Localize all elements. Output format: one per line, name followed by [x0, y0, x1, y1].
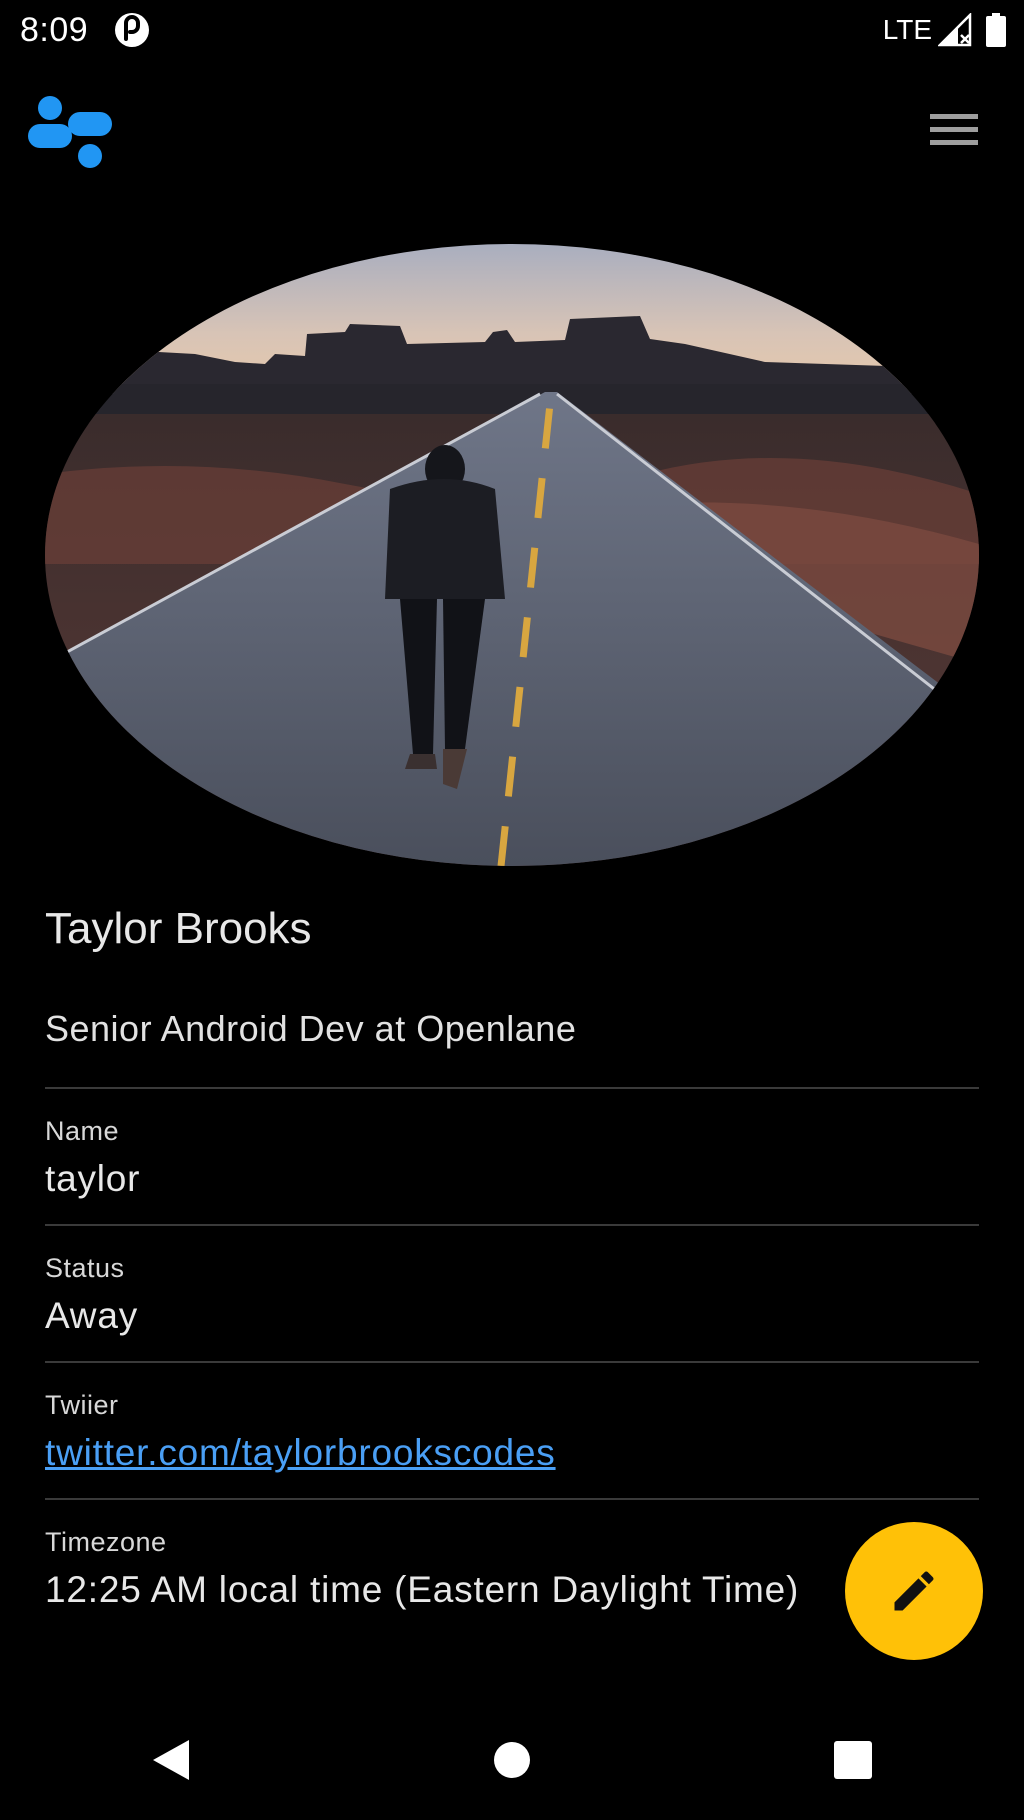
status-field-value: Away — [45, 1295, 139, 1336]
twitter-field-label: Twiier — [45, 1390, 119, 1420]
signal-icon — [938, 13, 972, 47]
hamburger-menu-icon — [930, 114, 978, 145]
recents-button[interactable] — [793, 1700, 913, 1820]
timezone-field-value: 12:25 AM local time (Eastern Daylight Ti… — [45, 1569, 800, 1610]
divider — [45, 1224, 979, 1226]
twitter-link[interactable]: twitter.com/taylorbrookscodes — [45, 1432, 556, 1474]
app-notification-icon — [115, 13, 150, 47]
app-bar — [0, 80, 1024, 180]
profile-display-name: Taylor Brooks — [45, 904, 312, 953]
system-navigation-bar — [0, 1700, 1024, 1820]
status-time: 8:09 — [20, 10, 89, 49]
back-icon — [152, 1740, 189, 1780]
battery-icon — [986, 13, 1006, 47]
divider — [45, 1087, 979, 1089]
home-button[interactable] — [452, 1700, 572, 1820]
timezone-field-label: Timezone — [45, 1527, 167, 1557]
edit-pencil-icon — [894, 1571, 934, 1611]
status-left: 8:09 — [20, 11, 150, 50]
status-bar: 8:09 LTE — [0, 0, 1024, 60]
app-logo-icon — [28, 96, 112, 168]
back-button[interactable] — [111, 1700, 231, 1820]
status-field-label: Status — [45, 1253, 125, 1283]
person-walking-on-desert-road-photo — [45, 244, 979, 866]
status-right: LTE — [883, 13, 1006, 47]
name-field-label: Name — [45, 1116, 120, 1146]
recents-icon — [834, 1741, 873, 1779]
divider — [45, 1498, 979, 1500]
home-icon — [493, 1742, 530, 1778]
name-field-value: taylor — [45, 1158, 141, 1199]
edit-profile-button[interactable] — [845, 1522, 983, 1660]
divider — [45, 1361, 979, 1363]
menu-button[interactable] — [914, 98, 994, 162]
profile-photo[interactable] — [45, 244, 979, 866]
profile-screen: 8:09 LTE Taylor Brooks Senior Android De… — [0, 0, 1024, 1820]
network-type-label: LTE — [882, 14, 932, 45]
profile-headline: Senior Android Dev at Openlane — [45, 1008, 577, 1049]
